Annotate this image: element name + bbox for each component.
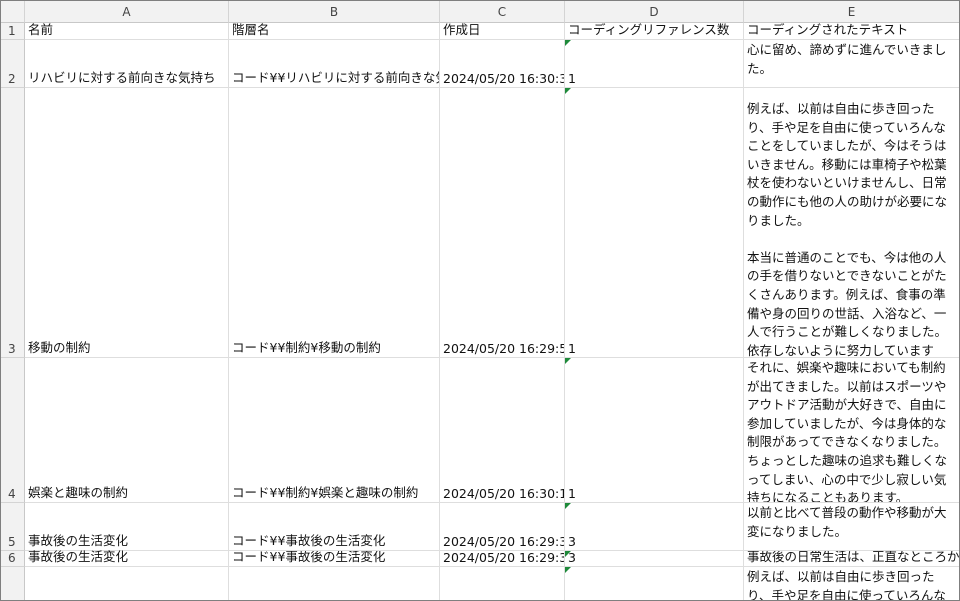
cell-c6[interactable]: 2024/05/20 16:29:35 <box>440 551 565 567</box>
cell-b4[interactable]: コード¥¥制約¥娯楽と趣味の制約 <box>229 358 440 503</box>
row-header-2[interactable]: 2 <box>1 40 25 88</box>
cell-b5[interactable]: コード¥¥事故後の生活変化 <box>229 503 440 551</box>
cell-c3[interactable]: 2024/05/20 16:29:58 <box>440 88 565 358</box>
cell-e2[interactable]: 心に留め、諦めずに進んでいきました。 <box>744 40 959 88</box>
column-header-e[interactable]: E <box>744 1 959 23</box>
cell-e4[interactable]: それに、娯楽や趣味においても制約が出てきました。以前はスポーツやアウトドア活動が… <box>744 358 959 503</box>
cell-a7[interactable] <box>25 567 229 600</box>
cell-d2[interactable]: 1 <box>565 40 744 88</box>
number-as-text-indicator <box>565 40 571 46</box>
number-as-text-indicator <box>565 567 571 573</box>
column-header-b[interactable]: B <box>229 1 440 23</box>
cell-d6[interactable]: 3 <box>565 551 744 567</box>
cell-d4[interactable]: 1 <box>565 358 744 503</box>
row-header-3[interactable]: 3 <box>1 88 25 358</box>
cell-b1[interactable]: 階層名 <box>229 23 440 40</box>
cell-e1[interactable]: コーディングされたテキスト <box>744 23 959 40</box>
cell-b6[interactable]: コード¥¥事故後の生活変化 <box>229 551 440 567</box>
cell-a5[interactable]: 事故後の生活変化 <box>25 503 229 551</box>
select-all-corner[interactable] <box>1 1 25 23</box>
column-header-c[interactable]: C <box>440 1 565 23</box>
cell-a2[interactable]: リハビリに対する前向きな気持ち <box>25 40 229 88</box>
number-as-text-indicator <box>565 358 571 364</box>
cell-b3[interactable]: コード¥¥制約¥移動の制約 <box>229 88 440 358</box>
cell-a3[interactable]: 移動の制約 <box>25 88 229 358</box>
column-header-a[interactable]: A <box>25 1 229 23</box>
cell-c4[interactable]: 2024/05/20 16:30:16 <box>440 358 565 503</box>
row-header-4[interactable]: 4 <box>1 358 25 503</box>
number-as-text-indicator <box>565 503 571 509</box>
column-header-d[interactable]: D <box>565 1 744 23</box>
cell-d7[interactable] <box>565 567 744 600</box>
cell-d5[interactable]: 3 <box>565 503 744 551</box>
number-as-text-indicator <box>565 88 571 94</box>
spreadsheet-grid: A B C D E 1 名前 階層名 作成日 コーディングリファレンス数 コーデ… <box>0 0 960 601</box>
cell-b2[interactable]: コード¥¥リハビリに対する前向きな気持ち <box>229 40 440 88</box>
cell-a6[interactable]: 事故後の生活変化 <box>25 549 229 567</box>
cell-a4[interactable]: 娯楽と趣味の制約 <box>25 358 229 503</box>
cell-b7[interactable] <box>229 567 440 600</box>
cell-d1[interactable]: コーディングリファレンス数 <box>565 23 744 40</box>
cell-c2[interactable]: 2024/05/20 16:30:33 <box>440 40 565 88</box>
row-header-7[interactable] <box>1 567 25 600</box>
row-header-1[interactable]: 1 <box>1 23 25 40</box>
row-header-6[interactable]: 6 <box>1 551 25 567</box>
cell-c7[interactable] <box>440 567 565 600</box>
cell-e3[interactable]: 例えば、以前は自由に歩き回ったり、手や足を自由に使っていろんなことをしていました… <box>744 88 959 358</box>
cell-a1[interactable]: 名前 <box>25 23 229 40</box>
row-header-5[interactable]: 5 <box>1 503 25 551</box>
cell-d3[interactable]: 1 <box>565 88 744 358</box>
cell-e7[interactable]: 例えば、以前は自由に歩き回ったり、手や足を自由に使っていろんな <box>744 567 959 600</box>
cell-c1[interactable]: 作成日 <box>440 23 565 40</box>
cell-e6[interactable]: 事故後の日常生活は、正直なところかなり変わりました。 <box>744 551 959 567</box>
cell-c5[interactable]: 2024/05/20 16:29:35 <box>440 503 565 551</box>
cell-e5[interactable]: 以前と比べて普段の動作や移動が大変になりました。 <box>744 503 959 551</box>
